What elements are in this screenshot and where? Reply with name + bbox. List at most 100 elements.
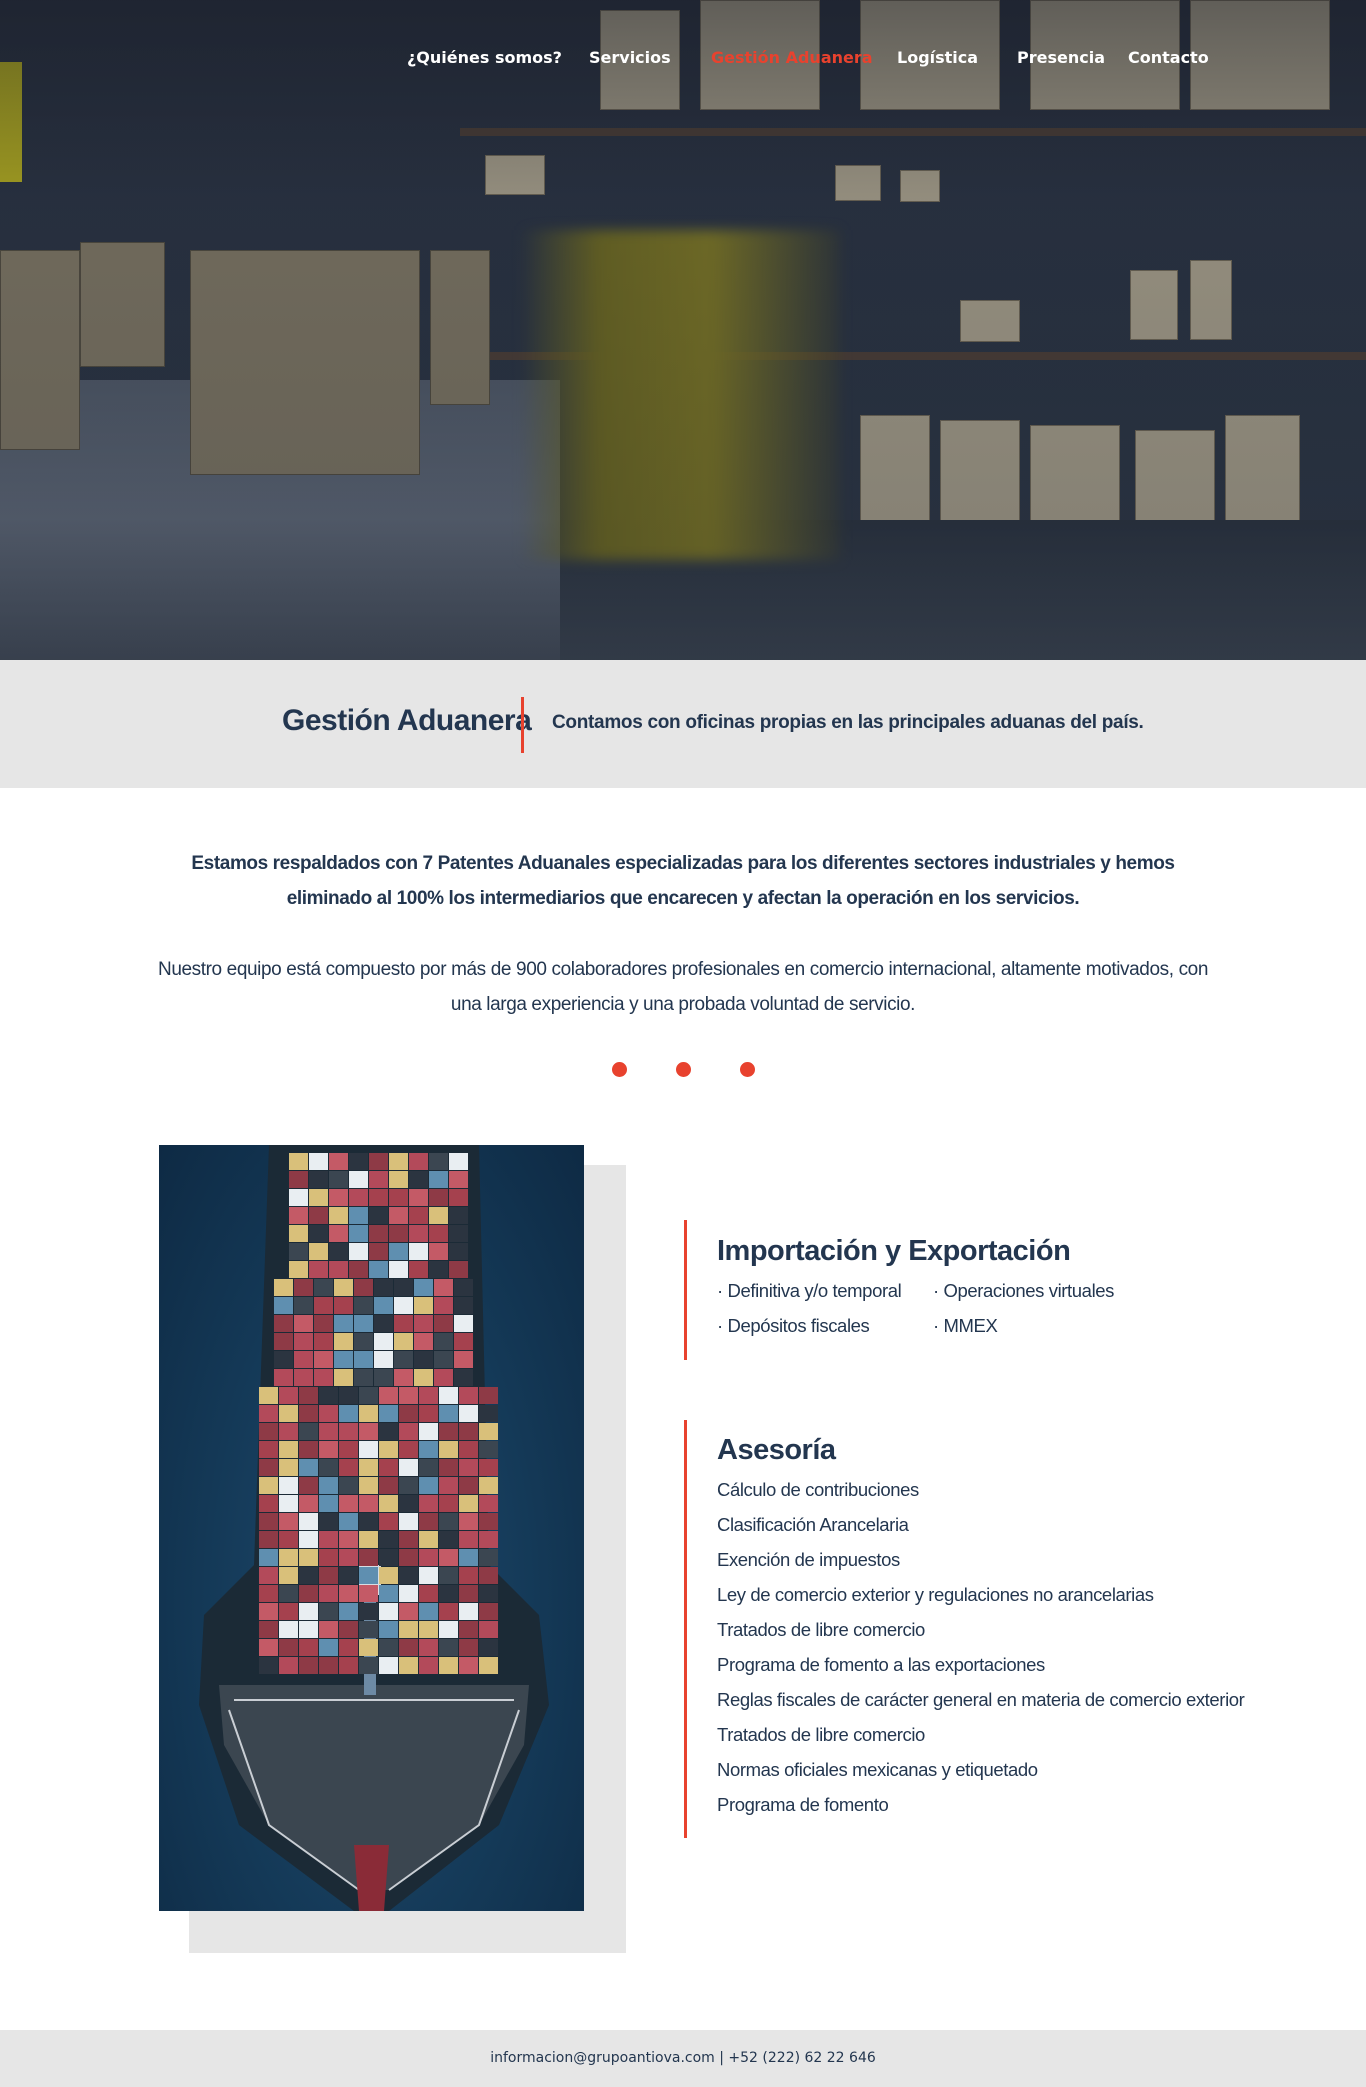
service-item: Reglas fiscales de carácter general en m…: [717, 1689, 1245, 1710]
dot-1: [612, 1062, 627, 1077]
ship-container: [279, 1621, 298, 1638]
ship-container: [399, 1477, 418, 1494]
nav-item-gestion-aduanera[interactable]: Gestión Aduanera: [711, 48, 873, 67]
ship-container: [319, 1549, 338, 1566]
ship-container: [434, 1297, 453, 1314]
ship-container: [394, 1297, 413, 1314]
ship-container: [339, 1621, 358, 1638]
ship-container: [319, 1441, 338, 1458]
ship-container: [429, 1243, 448, 1260]
nav-item-servicios[interactable]: Servicios: [589, 48, 671, 67]
ship-container: [339, 1441, 358, 1458]
ship-container: [279, 1531, 298, 1548]
ship-container: [419, 1621, 438, 1638]
ship-container: [419, 1405, 438, 1422]
ship-container: [414, 1315, 433, 1332]
ship-container: [459, 1423, 478, 1440]
ship-container: [439, 1423, 458, 1440]
ship-container: [319, 1459, 338, 1476]
ship-container: [289, 1153, 308, 1170]
ship-container: [379, 1495, 398, 1512]
ship-container: [399, 1585, 418, 1602]
ship-container: [459, 1405, 478, 1422]
ship-container: [289, 1189, 308, 1206]
footer-contact[interactable]: informacion@grupoantiova.com | +52 (222)…: [0, 2050, 1366, 2066]
ship-container: [419, 1477, 438, 1494]
ship-container: [314, 1333, 333, 1350]
ship-container: [399, 1531, 418, 1548]
ship-container: [399, 1603, 418, 1620]
ship-container: [299, 1549, 318, 1566]
ship-container: [414, 1369, 433, 1386]
ship-container: [459, 1657, 478, 1674]
ship-container: [349, 1261, 368, 1278]
ship-container: [439, 1567, 458, 1584]
ship-container: [454, 1297, 473, 1314]
ship-container: [309, 1225, 328, 1242]
ship-container: [329, 1189, 348, 1206]
ship-container: [299, 1405, 318, 1422]
nav-item-contacto[interactable]: Contacto: [1128, 48, 1209, 67]
ship-container: [449, 1207, 468, 1224]
ship-container: [389, 1243, 408, 1260]
ship-container: [379, 1387, 398, 1404]
ship-container: [289, 1171, 308, 1188]
ship-container: [309, 1261, 328, 1278]
ship-container: [299, 1531, 318, 1548]
ship-container: [259, 1621, 278, 1638]
ship-container: [349, 1207, 368, 1224]
ship-container: [439, 1657, 458, 1674]
ship-container: [299, 1477, 318, 1494]
ship-container: [419, 1387, 438, 1404]
service-item: Tratados de libre comercio: [717, 1619, 925, 1640]
ship-container: [259, 1639, 278, 1656]
ship-container: [259, 1513, 278, 1530]
ship-container: [449, 1153, 468, 1170]
ship-container: [479, 1621, 498, 1638]
ship-container: [259, 1423, 278, 1440]
ship-container: [329, 1207, 348, 1224]
ship-container: [334, 1369, 353, 1386]
ship-container: [434, 1333, 453, 1350]
ship-container: [329, 1153, 348, 1170]
ship-container: [414, 1279, 433, 1296]
ship-container: [359, 1423, 378, 1440]
ship-container: [369, 1261, 388, 1278]
ship-container: [314, 1279, 333, 1296]
ship-container: [309, 1153, 328, 1170]
ship-container: [394, 1351, 413, 1368]
nav-item-quienes-somos[interactable]: ¿Quiénes somos?: [407, 48, 562, 67]
ship-container: [459, 1603, 478, 1620]
ship-container: [279, 1657, 298, 1674]
ship-container: [429, 1171, 448, 1188]
service-item: Cálculo de contribuciones: [717, 1479, 919, 1500]
ship-container: [319, 1405, 338, 1422]
ship-container: [389, 1225, 408, 1242]
ship-container: [399, 1405, 418, 1422]
ship-container: [419, 1459, 438, 1476]
ship-container: [479, 1549, 498, 1566]
ship-container: [389, 1171, 408, 1188]
ship-container: [399, 1495, 418, 1512]
ship-container: [454, 1315, 473, 1332]
ship-container: [334, 1333, 353, 1350]
ship-container: [389, 1261, 408, 1278]
ship-container: [274, 1351, 293, 1368]
dot-3: [740, 1062, 755, 1077]
ship-container: [374, 1333, 393, 1350]
ship-container: [429, 1189, 448, 1206]
nav-item-presencia[interactable]: Presencia: [1017, 48, 1105, 67]
ship-container: [289, 1243, 308, 1260]
ship-container: [459, 1441, 478, 1458]
ship-container: [459, 1459, 478, 1476]
ship-container: [354, 1333, 373, 1350]
ship-container: [369, 1225, 388, 1242]
ship-container: [434, 1279, 453, 1296]
nav-item-logistica[interactable]: Logística: [897, 48, 978, 67]
ship-container: [299, 1657, 318, 1674]
section-accent-bar: [684, 1220, 687, 1360]
ship-container: [354, 1297, 373, 1314]
ship-container: [409, 1189, 428, 1206]
ship-container: [259, 1657, 278, 1674]
ship-container: [329, 1171, 348, 1188]
